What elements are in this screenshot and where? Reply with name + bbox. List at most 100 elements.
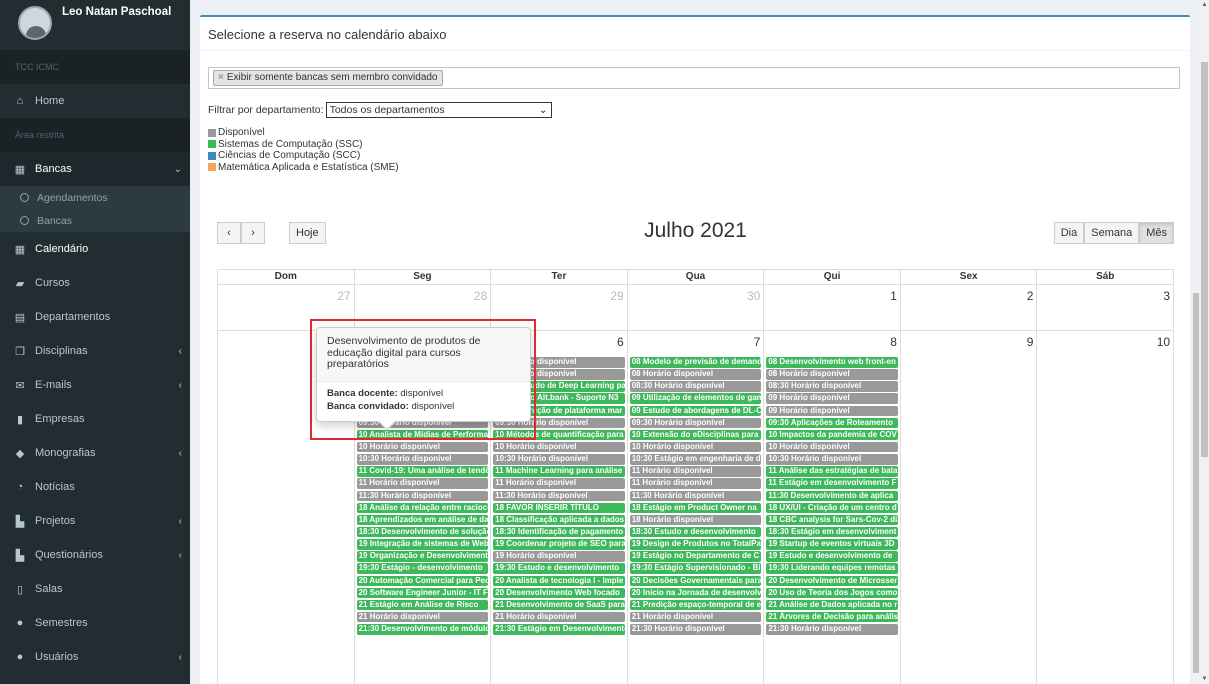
calendar-event[interactable]: 08 Horário disponível [766,369,898,380]
calendar-event[interactable]: 08:30 Horário disponível [766,381,898,392]
calendar-event[interactable]: 21 Horário disponível [493,611,625,623]
calendar-event[interactable]: 10 Horário disponível [766,441,898,453]
scroll-up-icon[interactable]: ▲ [1200,2,1209,8]
calendar-event[interactable]: 10:30 Horário disponível [356,454,489,465]
calendar-event[interactable]: 11:30 Horário disponível [493,490,625,502]
calendar-event[interactable]: 10 Métodos de quantificação para [493,429,625,441]
sidebar-item-usuarios[interactable]: ● Usuários ‹ [0,640,190,674]
today-button[interactable]: Hoje [289,222,326,244]
calendar-day[interactable]: 27 [218,285,355,331]
calendar-event[interactable]: 10:30 Horário disponível [766,454,898,465]
calendar-event[interactable]: 09 Estudo de abordagens de DL-C [629,405,762,417]
calendar-event[interactable]: 21 Predição espaço-temporal de e [629,599,762,611]
calendar-event[interactable]: 11 Estágio em desenvolvimento F [766,478,898,489]
calendar-event[interactable]: 19:30 Liderando equipes remotas [766,563,898,574]
calendar-event[interactable]: 08:30 Horário disponível [629,381,762,392]
calendar-event[interactable]: 20 Início na Jornada de desenvolv [629,587,762,599]
calendar-event[interactable]: 09 Horário disponível [766,405,898,417]
calendar-event[interactable]: 19 Startup de eventos virtuais 3D [766,539,898,550]
calendar-day[interactable]: 7 08 Modelo de previsão de demanda 08 Horá… [628,331,765,684]
calendar-event[interactable]: 10:30 Horário disponível [493,454,625,465]
sidebar-item-projetos[interactable]: ▙ Projetos ‹ [0,504,190,538]
sidebar-item-salas[interactable]: ▯ Salas [0,572,190,606]
calendar-event[interactable]: 20 Automação Comercial para Pequenas [356,575,489,587]
sidebar-item-monografias[interactable]: ◆ Monografias ‹ [0,436,190,470]
prev-button[interactable]: ‹ [217,222,241,244]
calendar-event[interactable]: 09:30 Horário disponível [629,417,762,429]
calendar-event[interactable]: 21 Análise de Dados aplicada no r [766,599,898,611]
calendar-event[interactable]: 11 Machine Learning para análise [493,466,625,477]
view-week-button[interactable]: Semana [1084,222,1140,244]
calendar-day[interactable]: 3 [1037,285,1175,331]
calendar-event[interactable]: 11 Horário disponível [629,466,762,477]
calendar-event[interactable]: 18 Classificação aplicada a dados [493,514,625,526]
calendar-event[interactable]: 10:30 Estágio em engenharia de d [629,454,762,465]
calendar-event[interactable]: 08 Horário disponível [629,369,762,380]
calendar-event[interactable]: 21 Horário disponível [356,611,489,623]
calendar-event[interactable]: 19 Design de Produtos no TotalPa [629,539,762,550]
sidebar-item-empresas[interactable]: ▮ Empresas [0,402,190,436]
calendar-event[interactable]: 19:30 Estágio - desenvolvimento [356,563,489,574]
calendar-day[interactable]: 30 [627,285,765,331]
page-scrollbar[interactable]: ▲ ▼ [1200,0,1209,684]
view-day-button[interactable]: Dia [1053,222,1085,244]
calendar-event[interactable]: 10 Horário disponível [356,441,489,453]
calendar-event[interactable]: 20 Uso de Teoria dos Jogos como [766,587,898,599]
calendar-event[interactable]: 11:30 Horário disponível [356,490,489,502]
calendar-event[interactable]: 09:30 Aplicações de Roteamento [766,417,898,429]
calendar-event[interactable]: 08 Modelo de previsão de demanda [629,357,762,368]
scroll-down-icon[interactable]: ▼ [1200,676,1209,682]
calendar-event[interactable]: 18 Horário disponível [629,514,762,526]
sidebar-item-home[interactable]: ⌂ Home [0,84,190,118]
calendar-day[interactable]: 29 [491,285,628,331]
calendar-event[interactable]: 10 Extensão do eDisciplinas para [629,429,762,441]
calendar-event[interactable]: 10 Impactos da pandemia de COV [766,429,898,441]
calendar-event[interactable]: 09 Horário disponível [766,393,898,404]
sidebar-item-questionarios[interactable]: ▙ Questionários ‹ [0,538,190,572]
calendar-event[interactable]: 21 Horário disponível [629,611,762,623]
calendar-event[interactable]: 11 Horário disponível [356,478,489,489]
close-icon[interactable]: × [218,72,224,83]
calendar-event[interactable]: 19 Coordenar projeto de SEO para [493,539,625,550]
calendar-event[interactable]: 11 Análise das estratégias de bala [766,466,898,477]
calendar-event[interactable]: 21:30 Estágio em Desenvolvimento [493,624,625,635]
calendar-event[interactable]: 18 FAVOR INSERIR TÍTULO [493,502,625,514]
calendar-event[interactable]: 18:30 Desenvolvimento de solução [356,526,489,538]
calendar-day[interactable]: 28 [354,285,492,331]
calendar-day[interactable]: 8 08 Desenvolvimento web front-en 08 Horár… [764,331,901,684]
calendar-event[interactable]: 21 Estágio em Análise de Risco [356,599,489,611]
calendar-event[interactable]: 19 Estágio no Departamento de C [629,551,762,562]
sidebar-subitem-agendamentos[interactable]: Agendamentos [0,186,190,209]
sidebar-item-calendario[interactable]: ▦ Calendário [0,232,190,266]
filter-chip[interactable]: × Exibir somente bancas sem membro convid… [213,70,443,86]
calendar-event[interactable]: 10 Horário disponível [629,441,762,453]
sidebar-item-bancas[interactable]: ▦ Bancas ⌄ [0,152,190,186]
calendar-event[interactable]: 19 Estudo e desenvolvimento de [766,551,898,562]
calendar-event[interactable]: 10 Horário disponível [493,441,625,453]
sidebar-item-semestres[interactable]: ● Semestres [0,606,190,640]
calendar-event[interactable]: 18:30 Estudo e desenvolvimento [629,526,762,538]
sidebar-item-cursos[interactable]: ▰ Cursos [0,266,190,300]
calendar-event[interactable]: 18 CBC analysis for Sars-Cov-2 dia [766,514,898,526]
sidebar-item-disciplinas[interactable]: ❐ Disciplinas ‹ [0,334,190,368]
calendar-event[interactable]: 18 UX/UI - Criação de um centro d [766,502,898,514]
sidebar-item-emails[interactable]: ✉ E-mails ‹ [0,368,190,402]
calendar-event[interactable]: 08 Desenvolvimento web front-en [766,357,898,368]
calendar-event[interactable]: 21 Desenvolvimento de SaaS para [493,599,625,611]
department-select[interactable]: Todos os departamentos ⌄ [325,102,552,118]
calendar-event[interactable]: 18 Aprendizados em análise de dados [356,514,489,526]
calendar-day[interactable]: 9 [901,331,1038,684]
calendar-event[interactable]: 21:30 Desenvolvimento de módulo [356,624,489,635]
sidebar-subitem-bancas[interactable]: Bancas [0,209,190,232]
calendar-event[interactable]: 11:30 Desenvolvimento de aplica [766,490,898,502]
sidebar-item-noticias[interactable]: ◔ Notícias [0,470,190,504]
calendar-day[interactable]: 1 [764,285,901,331]
calendar-event[interactable]: 20 Decisões Governamentais para [629,575,762,587]
calendar-event[interactable]: 10 Analista de Mídias de Performance [356,429,489,441]
calendar-event[interactable]: 19 Organização e Desenvolvimento [356,551,489,562]
calendar-event[interactable]: 11 Horário disponível [493,478,625,489]
sidebar-item-departamentos[interactable]: ▤ Departamentos [0,300,190,334]
calendar-event[interactable]: 09 Utilização de elementos de gam [629,393,762,404]
view-month-button[interactable]: Mês [1139,222,1174,244]
calendar-event[interactable]: 19:30 Estágio Supervisionado - Bi [629,563,762,574]
